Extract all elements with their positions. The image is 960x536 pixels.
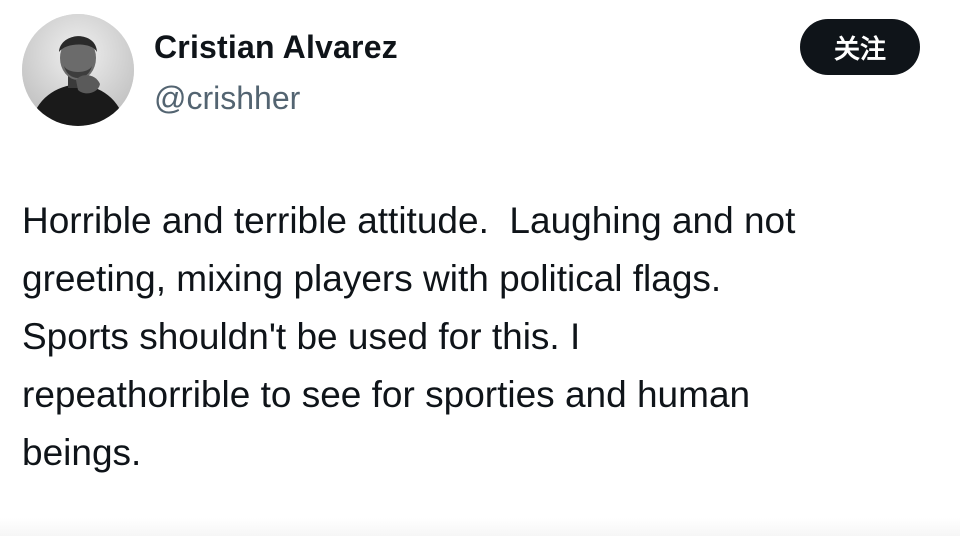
author-display-name[interactable]: Cristian Alvarez [154,27,398,67]
profile-photo-icon [22,14,134,126]
tweet-card: Cristian Alvarez @crishher 关注 Horrible a… [0,0,960,536]
follow-button[interactable]: 关注 [800,19,920,75]
tweet-text: Horrible and terrible attitude. Laughing… [22,200,796,473]
author-avatar[interactable] [22,14,134,126]
bottom-divider [0,518,960,536]
author-handle[interactable]: @crishher [154,78,300,118]
